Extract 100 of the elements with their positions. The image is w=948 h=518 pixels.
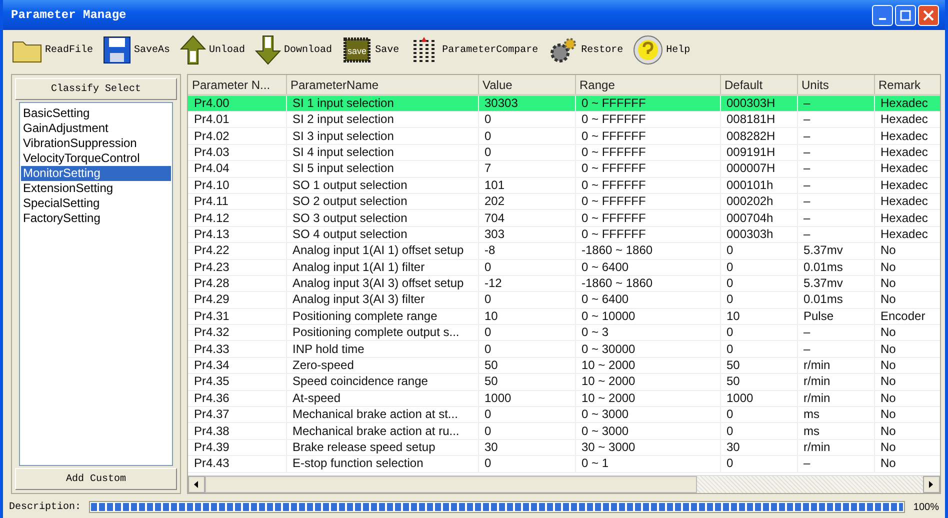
category-item[interactable]: VelocityTorqueControl <box>21 151 171 166</box>
toolbar-button[interactable]: Restore <box>545 36 626 64</box>
table-cell: 101 <box>478 177 575 194</box>
up-arrow-icon <box>180 35 206 65</box>
table-cell: Hexadec <box>874 177 940 194</box>
table-cell: 0 <box>478 259 575 276</box>
scroll-thumb[interactable] <box>205 476 697 493</box>
table-row[interactable]: Pr4.28 Analog input 3(AI 3) offset setup -12 -1860 ~ 1860 0 5.37mv No <box>188 275 940 292</box>
table-cell: 50 <box>478 374 575 390</box>
table-cell: 0 <box>478 422 575 440</box>
table-cell: 0 <box>478 456 575 472</box>
scroll-right-icon[interactable] <box>923 476 940 493</box>
help-icon <box>633 35 664 65</box>
table-cell: Pr4.35 <box>188 374 286 390</box>
table-row[interactable]: Pr4.35 Speed coincidence range 50 10 ~ 2000 50 r/min No <box>188 374 940 390</box>
table-cell: SI 3 input selection <box>286 128 478 144</box>
table-row[interactable]: Pr4.23 Analog input 1(AI 1) filter 0 0 ~ 6400 0 0.01ms No <box>188 259 940 276</box>
progress-percent: 100% <box>913 502 939 512</box>
table-cell: No <box>874 292 940 308</box>
table-cell: Pr4.33 <box>188 340 286 358</box>
close-button[interactable] <box>918 4 939 26</box>
column-header[interactable]: Default <box>720 75 797 95</box>
table-row[interactable]: Pr4.33 INP hold time 0 0 ~ 30000 0 – No <box>188 340 940 358</box>
table-row[interactable]: Pr4.11 SO 2 output selection 202 0 ~ FFFFFF 000202h – Hexadec <box>188 193 940 210</box>
table-cell: INP hold time <box>286 340 478 358</box>
column-header[interactable]: Value <box>478 75 575 95</box>
category-item[interactable]: VibrationSuppression <box>21 136 171 151</box>
table-cell: 000101h <box>720 177 797 194</box>
toolbar-button[interactable]: Unload <box>177 35 248 65</box>
classify-select-button[interactable]: Classify Select <box>15 78 177 100</box>
add-custom-button[interactable]: Add Custom <box>15 468 177 490</box>
table-row[interactable]: Pr4.01 SI 2 input selection 0 0 ~ FFFFFF 008181H – Hexadec <box>188 112 940 128</box>
column-header[interactable]: Range <box>575 75 720 95</box>
table-row[interactable]: Pr4.32 Positioning complete output s... 0 0 ~ 3 0 – No <box>188 324 940 341</box>
category-item[interactable]: BasicSetting <box>21 106 171 121</box>
toolbar-button[interactable]: save Save <box>339 36 402 64</box>
table-cell: 0 <box>720 340 797 358</box>
category-item[interactable]: GainAdjustment <box>21 121 171 136</box>
table-row[interactable]: Pr4.36 At-speed 1000 10 ~ 2000 1000 r/min No <box>188 390 940 407</box>
column-header[interactable]: Remark <box>874 75 940 95</box>
table-cell: 50 <box>720 374 797 390</box>
minimize-button[interactable] <box>872 4 893 26</box>
horizontal-scrollbar[interactable] <box>188 475 940 493</box>
table-cell: 0 ~ 3000 <box>575 422 720 440</box>
table-cell: Analog input 3(AI 3) filter <box>286 292 478 308</box>
category-item[interactable]: ExtensionSetting <box>21 181 171 196</box>
table-cell: – <box>797 210 874 226</box>
table-cell: No <box>874 242 940 260</box>
table-cell: 0 ~ FFFFFF <box>575 160 720 178</box>
category-item[interactable]: MonitorSetting <box>21 166 171 181</box>
table-cell: Analog input 1(AI 1) offset setup <box>286 242 478 260</box>
table-cell: No <box>874 456 940 472</box>
table-row[interactable]: Pr4.37 Mechanical brake action at st... 0 0 ~ 3000 0 ms No <box>188 406 940 423</box>
table-row[interactable]: Pr4.00 SI 1 input selection 30303 0 ~ FFFFFF 000303H – Hexadec <box>188 95 940 112</box>
table-cell: Pr4.10 <box>188 177 286 194</box>
minimize-icon <box>879 18 886 20</box>
table-row[interactable]: Pr4.12 SO 3 output selection 704 0 ~ FFFFFF 000704h – Hexadec <box>188 210 940 226</box>
table-cell: SO 3 output selection <box>286 210 478 226</box>
table-cell: 0 ~ FFFFFF <box>575 177 720 194</box>
column-header[interactable]: Parameter N... <box>188 75 286 95</box>
column-header[interactable]: ParameterName <box>286 75 478 95</box>
table-row[interactable]: Pr4.04 SI 5 input selection 7 0 ~ FFFFFF 000007H – Hexadec <box>188 160 940 178</box>
table-cell: 0 <box>478 340 575 358</box>
table-row[interactable]: Pr4.29 Analog input 3(AI 3) filter 0 0 ~ 6400 0 0.01ms No <box>188 292 940 308</box>
table-cell: No <box>874 340 940 358</box>
table-row[interactable]: Pr4.38 Mechanical brake action at ru... 0 0 ~ 3000 0 ms No <box>188 422 940 440</box>
table-cell: SI 5 input selection <box>286 160 478 178</box>
table-row[interactable]: Pr4.22 Analog input 1(AI 1) offset setup -8 -1860 ~ 1860 0 5.37mv No <box>188 242 940 260</box>
table-row[interactable]: Pr4.10 SO 1 output selection 101 0 ~ FFFFFF 000101h – Hexadec <box>188 177 940 194</box>
scroll-left-icon[interactable] <box>188 476 205 493</box>
table-cell: Hexadec <box>874 128 940 144</box>
table-cell: 0.01ms <box>797 292 874 308</box>
table-cell: Pr4.04 <box>188 160 286 178</box>
table-row[interactable]: Pr4.31 Positioning complete range 10 0 ~ 10000 10 Pulse Encoder <box>188 308 940 325</box>
down-arrow-icon <box>255 35 282 65</box>
category-item[interactable]: FactorySetting <box>21 211 171 226</box>
gears-icon <box>548 36 578 64</box>
table-cell: r/min <box>797 374 874 390</box>
table-cell: – <box>797 128 874 144</box>
table-row[interactable]: Pr4.34 Zero-speed 50 10 ~ 2000 50 r/min No <box>188 357 940 374</box>
table-cell: Pr4.29 <box>188 292 286 308</box>
toolbar-button[interactable]: Download <box>252 35 336 65</box>
table-row[interactable]: Pr4.43 E-stop function selection 0 0 ~ 1 0 – No <box>188 456 940 472</box>
toolbar-button[interactable]: ParameterCompare <box>406 36 542 64</box>
maximize-button[interactable] <box>895 4 916 26</box>
table-row[interactable]: Pr4.03 SI 4 input selection 0 0 ~ FFFFFF 009191H – Hexadec <box>188 144 940 161</box>
table-cell: 7 <box>478 160 575 178</box>
table-cell: 0 <box>720 422 797 440</box>
table-cell: -8 <box>478 242 575 260</box>
column-header[interactable]: Units <box>797 75 874 95</box>
category-item[interactable]: SpecialSetting <box>21 196 171 211</box>
table-row[interactable]: Pr4.02 SI 3 input selection 0 0 ~ FFFFFF 008282H – Hexadec <box>188 128 940 144</box>
table-row[interactable]: Pr4.13 SO 4 output selection 303 0 ~ FFFFFF 000303h – Hexadec <box>188 226 940 243</box>
table-row[interactable]: Pr4.39 Brake release speed setup 30 30 ~ 3000 30 r/min No <box>188 439 940 456</box>
toolbar-button[interactable]: SaveAs <box>100 36 174 64</box>
toolbar-button[interactable]: Help <box>630 35 694 65</box>
table-cell: 000007H <box>720 160 797 178</box>
toolbar-button[interactable]: ReadFile <box>9 37 96 63</box>
description-label: Description: <box>9 502 82 512</box>
table-cell: 10 ~ 2000 <box>575 374 720 390</box>
